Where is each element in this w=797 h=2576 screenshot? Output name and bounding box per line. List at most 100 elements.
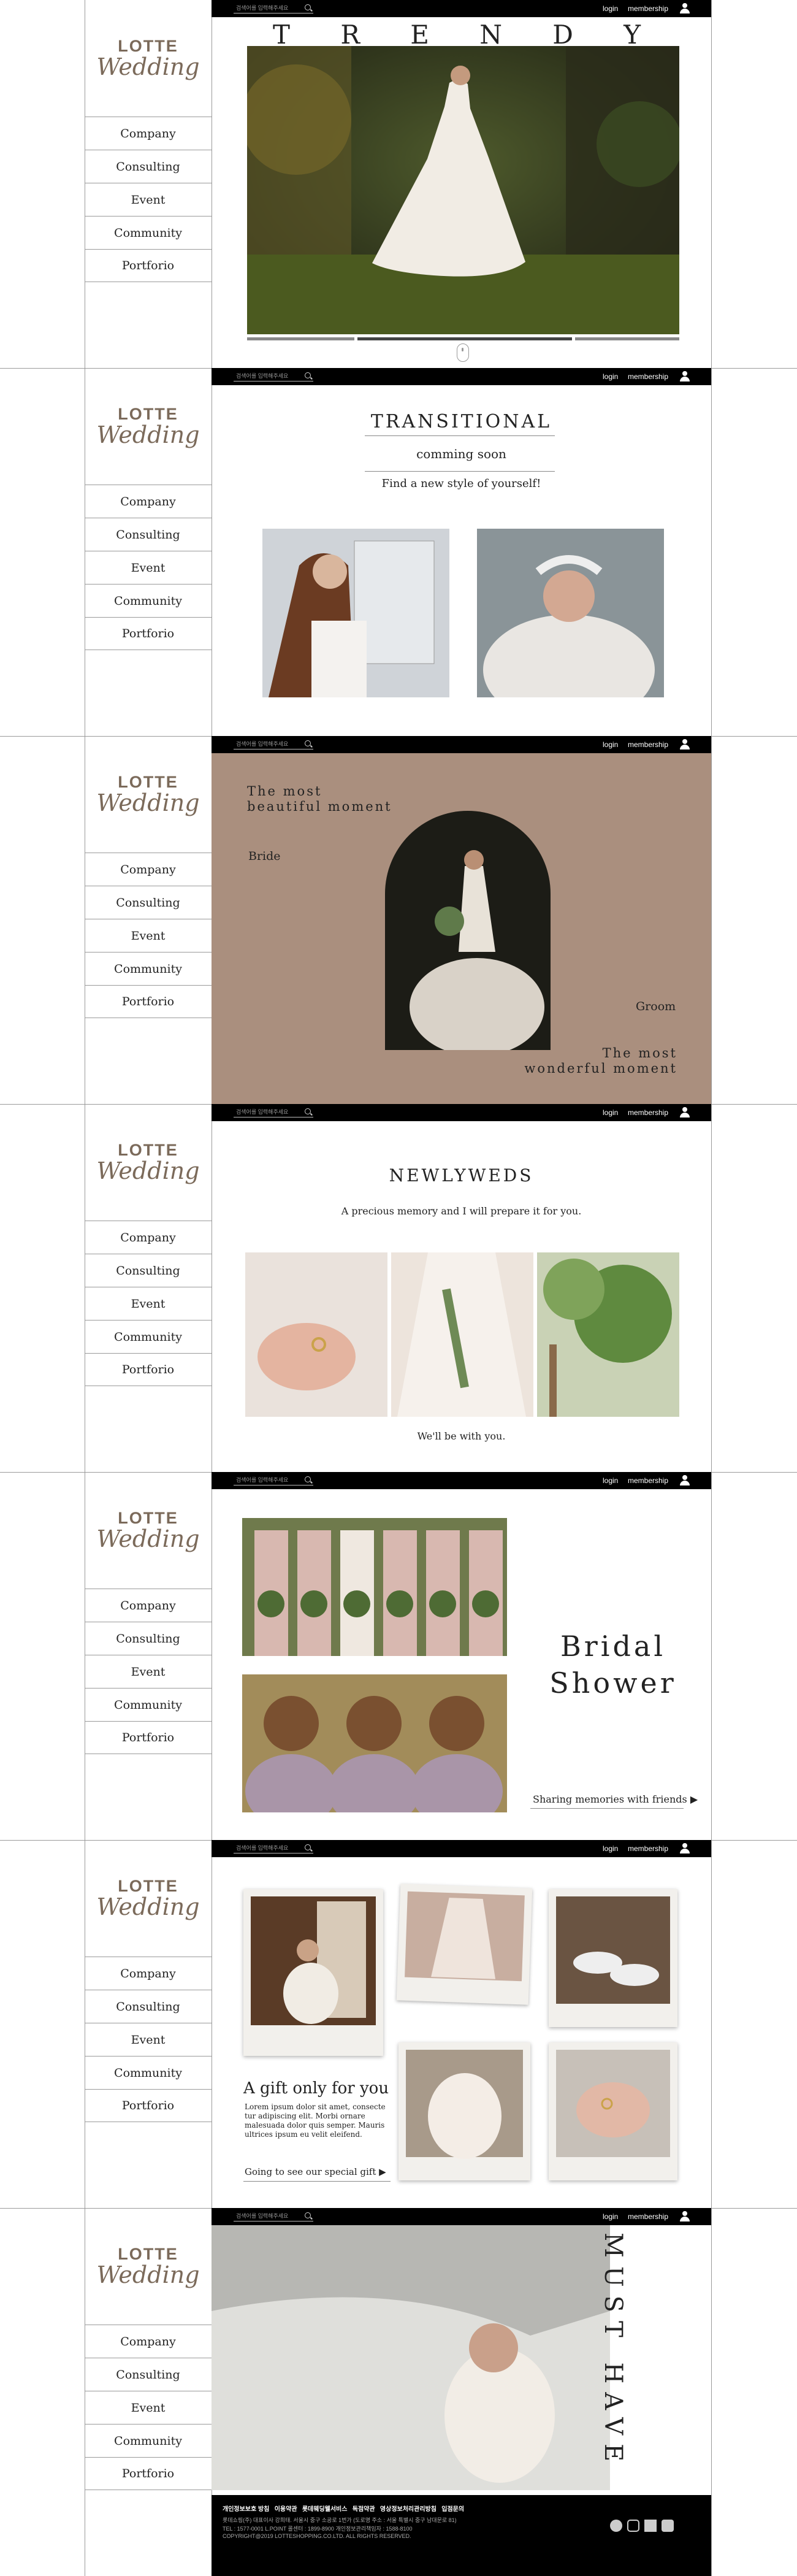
menu-item-consulting[interactable]: Consulting (85, 150, 212, 183)
scroll-down-icon[interactable] (457, 343, 469, 362)
menu-item-portforio[interactable]: Portforio (85, 2089, 212, 2122)
facebook-icon[interactable] (644, 2520, 657, 2532)
brand-logo[interactable]: LOTTE Wedding (85, 37, 212, 80)
menu-item-consulting[interactable]: Consulting (85, 886, 212, 919)
sharing-memories-link[interactable]: Sharing memories with friends ▶ (533, 1793, 698, 1805)
search-input[interactable]: 검색어를 입력해주세요 (234, 2212, 313, 2221)
login-link[interactable]: login (603, 1844, 618, 1853)
menu-item-portforio[interactable]: Portforio (85, 1721, 212, 1754)
must-have-vertical-text: MUST HAVE (599, 2233, 627, 2471)
menu-item-company[interactable]: Company (85, 1957, 212, 1990)
menu-item-community[interactable]: Community (85, 1320, 212, 1353)
search-input[interactable]: 검색어를 입력해주세요 (234, 1844, 313, 1853)
membership-link[interactable]: membership (628, 2212, 668, 2221)
menu-item-company[interactable]: Company (85, 853, 212, 886)
brand-logo[interactable]: LOTTE Wedding (85, 1509, 212, 1552)
search-input[interactable]: 검색어를 입력해주세요 (234, 372, 313, 381)
search-icon[interactable] (305, 4, 311, 10)
search-icon[interactable] (305, 1844, 311, 1850)
menu-item-company[interactable]: Company (85, 2325, 212, 2358)
membership-link[interactable]: membership (628, 740, 668, 749)
menu-item-portforio[interactable]: Portforio (85, 617, 212, 650)
brand-logo[interactable]: LOTTE Wedding (85, 1877, 212, 1920)
main-gift: 검색어를 입력해주세요 login membership A gift only… (212, 1840, 711, 2208)
menu-item-company[interactable]: Company (85, 1221, 212, 1254)
special-gift-link[interactable]: Going to see our special gift ▶ (245, 2166, 386, 2177)
user-icon[interactable] (680, 1107, 690, 1117)
main-trendy: 검색어를 입력해주세요 login membership T R E N D Y (212, 0, 711, 368)
search-icon[interactable] (305, 372, 311, 378)
search-icon[interactable] (305, 2212, 311, 2218)
gift-body: Lorem ipsum dolor sit amet, consecte tur… (245, 2103, 386, 2139)
user-icon[interactable] (680, 739, 690, 749)
menu-item-community[interactable]: Community (85, 216, 212, 249)
menu-item-company[interactable]: Company (85, 1589, 212, 1622)
slider-indicator-1[interactable] (247, 337, 354, 340)
instagram-icon[interactable] (627, 2520, 639, 2532)
transitional-title: TRANSITIONAL (370, 411, 552, 432)
search-input[interactable]: 검색어를 입력해주세요 (234, 740, 313, 749)
membership-link[interactable]: membership (628, 1844, 668, 1853)
search-input[interactable]: 검색어를 입력해주세요 (234, 1108, 313, 1117)
menu-item-company[interactable]: Company (85, 485, 212, 518)
brand-logo[interactable]: LOTTE Wedding (85, 2245, 212, 2288)
bride-veil-closeup-photo (212, 2225, 610, 2490)
menu-item-event[interactable]: Event (85, 2391, 212, 2424)
user-icon[interactable] (680, 1475, 690, 1485)
polaroid-lace-back (398, 2042, 530, 2180)
polaroid-shoes (549, 1889, 677, 2027)
login-link[interactable]: login (603, 372, 618, 381)
menu-item-portforio[interactable]: Portforio (85, 985, 212, 1018)
membership-link[interactable]: membership (628, 372, 668, 381)
menu-item-consulting[interactable]: Consulting (85, 1622, 212, 1655)
title-underline (365, 435, 555, 436)
search-icon[interactable] (305, 1108, 311, 1114)
login-link[interactable]: login (603, 1108, 618, 1117)
section-gift: LOTTE Wedding Company Consulting Event C… (0, 1840, 797, 2208)
newlyweds-footer: We'll be with you. (417, 1430, 506, 1442)
search-input[interactable]: 검색어를 입력해주세요 (234, 1476, 313, 1485)
membership-link[interactable]: membership (628, 1108, 668, 1117)
membership-link[interactable]: membership (628, 4, 668, 13)
subtitle-underline (365, 471, 555, 472)
menu-item-event[interactable]: Event (85, 1655, 212, 1688)
menu-item-consulting[interactable]: Consulting (85, 1254, 212, 1287)
menu-item-community[interactable]: Community (85, 952, 212, 985)
menu-item-event[interactable]: Event (85, 919, 212, 952)
brand-logo[interactable]: LOTTE Wedding (85, 1141, 212, 1184)
brand-logo[interactable]: LOTTE Wedding (85, 773, 212, 816)
menu-item-company[interactable]: Company (85, 117, 212, 150)
menu-item-community[interactable]: Community (85, 1688, 212, 1721)
menu-item-consulting[interactable]: Consulting (85, 518, 212, 551)
user-icon[interactable] (680, 2211, 690, 2221)
menu-item-community[interactable]: Community (85, 2056, 212, 2089)
login-link[interactable]: login (603, 1476, 618, 1485)
search-icon[interactable] (305, 1476, 311, 1482)
user-icon[interactable] (680, 3, 690, 13)
menu-item-event[interactable]: Event (85, 551, 212, 584)
membership-link[interactable]: membership (628, 1476, 668, 1485)
menu-item-community[interactable]: Community (85, 2424, 212, 2457)
menu-item-consulting[interactable]: Consulting (85, 1990, 212, 2023)
menu-item-consulting[interactable]: Consulting (85, 2358, 212, 2391)
menu-item-event[interactable]: Event (85, 2023, 212, 2056)
brand-logo[interactable]: LOTTE Wedding (85, 405, 212, 448)
login-link[interactable]: login (603, 4, 618, 13)
menu-item-portforio[interactable]: Portforio (85, 2457, 212, 2490)
search-icon[interactable] (305, 740, 311, 746)
menu-item-portforio[interactable]: Portforio (85, 249, 212, 282)
chat-icon[interactable] (610, 2520, 622, 2532)
menu-item-event[interactable]: Event (85, 183, 212, 216)
app-store-icon[interactable] (662, 2520, 674, 2532)
login-link[interactable]: login (603, 2212, 618, 2221)
menu-item-community[interactable]: Community (85, 584, 212, 617)
login-link[interactable]: login (603, 740, 618, 749)
menu-item-portforio[interactable]: Portforio (85, 1353, 212, 1386)
search-input[interactable]: 검색어를 입력해주세요 (234, 4, 313, 13)
footer-links[interactable]: 개인정보보호 방침 이용약관 롯데웨딩웰서비스 독점약관 영상정보처리관리방침 … (223, 2504, 464, 2513)
menu-item-event[interactable]: Event (85, 1287, 212, 1320)
user-icon[interactable] (680, 1843, 690, 1853)
slider-indicator-2[interactable] (357, 337, 572, 340)
user-icon[interactable] (680, 371, 690, 381)
slider-indicator-3[interactable] (575, 337, 679, 340)
